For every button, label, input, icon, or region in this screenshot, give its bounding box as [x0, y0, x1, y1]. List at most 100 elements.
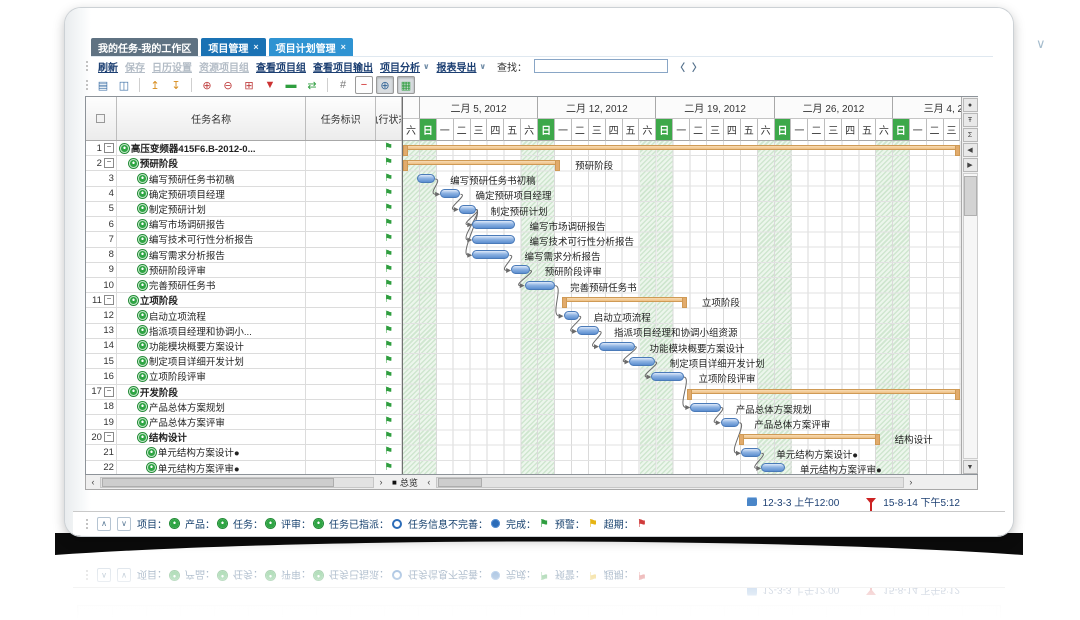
tab-my-workspace[interactable]: 我的任务-我的工作区: [91, 38, 198, 56]
vscroll-track[interactable]: [963, 173, 978, 459]
table-row[interactable]: 11−立项阶段⚑: [86, 293, 402, 308]
strip-button-1[interactable]: Ŧ: [963, 113, 978, 127]
print-preview-icon[interactable]: ◫: [115, 76, 133, 94]
strip-button-3[interactable]: ◀: [963, 143, 978, 157]
select-all-checkbox[interactable]: [96, 114, 105, 123]
gantt-task-bar[interactable]: [417, 174, 436, 183]
gantt-scroll-right-icon[interactable]: ›: [904, 477, 918, 487]
expand-toggle[interactable]: −: [104, 432, 114, 442]
table-row[interactable]: 21单元结构方案设计●⚑: [86, 445, 402, 460]
table-scroll-left-icon[interactable]: ‹: [86, 477, 100, 487]
table-row[interactable]: 18产品总体方案规划⚑: [86, 400, 402, 415]
gantt-task-bar[interactable]: [472, 235, 514, 244]
refresh-link[interactable]: 刷新: [98, 59, 118, 74]
table-row[interactable]: 9预研阶段评审⚑: [86, 263, 402, 278]
table-row[interactable]: 13指派项目经理和协调小...⚑: [86, 324, 402, 339]
strip-button-4[interactable]: ▶: [963, 158, 978, 172]
project-analysis-link[interactable]: 项目分析: [380, 59, 420, 74]
gantt-summary-bar[interactable]: [403, 160, 560, 165]
gantt-task-bar[interactable]: [511, 265, 530, 274]
table-row[interactable]: 16立项阶段评审⚑: [86, 369, 402, 384]
table-row[interactable]: 17−开发阶段⚑: [86, 385, 402, 400]
strip-button-2[interactable]: Σ: [963, 128, 978, 142]
table-row[interactable]: 10完善预研任务书⚑: [86, 278, 402, 293]
gantt-task-bar[interactable]: [721, 418, 740, 427]
table-row[interactable]: 19产品总体方案评审⚑: [86, 415, 402, 430]
report-export-link[interactable]: 报表导出: [437, 59, 477, 74]
view-project-group-link[interactable]: 查看项目组: [256, 59, 306, 74]
expand-toggle[interactable]: −: [104, 158, 114, 168]
vscroll-down-icon[interactable]: ▼: [963, 460, 978, 474]
gantt-summary-bar[interactable]: [687, 389, 960, 394]
baseline-icon[interactable]: ▬: [282, 76, 300, 94]
filter-icon[interactable]: ▼: [261, 76, 279, 94]
gantt-scroll-left-icon[interactable]: ‹: [422, 477, 436, 487]
task-id-header[interactable]: 任务标识: [306, 97, 376, 140]
gantt-task-bar[interactable]: [440, 189, 460, 198]
table-row[interactable]: 4确定预研项目经理⚑: [86, 187, 402, 202]
dropdown-caret-icon[interactable]: ∨: [480, 62, 487, 71]
table-row[interactable]: 7编写技术可行性分析报告⚑: [86, 232, 402, 247]
gantt-task-bar[interactable]: [690, 403, 720, 412]
expand-toggle[interactable]: −: [104, 387, 114, 397]
search-prev-icon[interactable]: 〈: [675, 59, 685, 74]
legend-up-icon[interactable]: ∧: [97, 517, 111, 531]
gantt-task-bar[interactable]: [472, 220, 514, 229]
gantt-task-bar[interactable]: [525, 281, 555, 290]
gantt-summary-bar[interactable]: [403, 145, 960, 150]
gantt-task-bar[interactable]: [761, 463, 785, 472]
zoom-fit-icon[interactable]: ⊞: [240, 76, 258, 94]
tab-close-icon[interactable]: ×: [341, 42, 346, 52]
row-number-icon[interactable]: #: [334, 76, 352, 94]
table-row[interactable]: 2−预研阶段⚑: [86, 156, 402, 171]
zoom-in-icon[interactable]: ⊕: [198, 76, 216, 94]
table-row[interactable]: 5制定预研计划⚑: [86, 202, 402, 217]
task-name-header[interactable]: 任务名称: [117, 97, 306, 140]
exec-status-header[interactable]: 执行状态: [376, 97, 402, 140]
gantt-summary-bar[interactable]: [739, 434, 879, 439]
columns-toggle[interactable]: ▦: [397, 76, 415, 94]
table-scroll-right-icon[interactable]: ›: [374, 477, 388, 487]
table-row[interactable]: 3编写预研任务书初稿⚑: [86, 171, 402, 186]
view-project-output-link[interactable]: 查看项目输出: [313, 59, 373, 74]
overview-toggle[interactable]: ■总览: [392, 476, 418, 489]
tab-close-icon[interactable]: ×: [253, 42, 258, 52]
table-row[interactable]: 22单元结构方案评审●⚑: [86, 461, 402, 474]
table-hscroll-track[interactable]: [100, 477, 374, 488]
print-icon[interactable]: ▤: [94, 76, 112, 94]
gantt-task-bar[interactable]: [629, 357, 654, 366]
gantt-task-bar[interactable]: [651, 372, 683, 381]
table-row[interactable]: 1−高压变频器415F6.B-2012-0...⚑: [86, 141, 402, 156]
collapse-all-toggle[interactable]: −: [355, 76, 373, 94]
table-row[interactable]: 15制定项目详细开发计划⚑: [86, 354, 402, 369]
table-row[interactable]: 14功能模块概要方案设计⚑: [86, 339, 402, 354]
level-down-icon[interactable]: ↧: [167, 76, 185, 94]
gantt-task-bar[interactable]: [459, 205, 476, 214]
table-row[interactable]: 6编写市场调研报告⚑: [86, 217, 402, 232]
crosshair-toggle[interactable]: ⊕: [376, 76, 394, 94]
gantt-task-bar[interactable]: [599, 342, 634, 351]
table-hscroll-thumb[interactable]: [102, 478, 334, 487]
tab-project-management[interactable]: 项目管理×: [201, 38, 265, 56]
gantt-task-bar[interactable]: [472, 250, 509, 259]
expand-toggle[interactable]: −: [104, 295, 114, 305]
search-next-icon[interactable]: 〉: [692, 59, 702, 74]
search-input[interactable]: [534, 59, 668, 73]
gantt-hscroll-thumb[interactable]: [438, 478, 482, 487]
expand-toggle[interactable]: −: [104, 143, 114, 153]
collapse-chevron-icon[interactable]: ∨: [1036, 36, 1046, 52]
strip-button-0[interactable]: ●: [963, 98, 978, 112]
vscroll-thumb[interactable]: [964, 176, 977, 216]
level-up-icon[interactable]: ↥: [146, 76, 164, 94]
dropdown-caret-icon[interactable]: ∨: [423, 62, 430, 71]
links-icon[interactable]: ⇄: [303, 76, 321, 94]
gantt-task-bar[interactable]: [564, 311, 579, 320]
legend-down-icon[interactable]: ∨: [117, 517, 131, 531]
vertical-scrollbar[interactable]: ●ŦΣ◀▶ ▼: [961, 97, 978, 474]
zoom-out-icon[interactable]: ⊖: [219, 76, 237, 94]
gantt-summary-bar[interactable]: [562, 297, 687, 302]
table-row[interactable]: 20−结构设计⚑: [86, 430, 402, 445]
table-row[interactable]: 8编写需求分析报告⚑: [86, 248, 402, 263]
gantt-task-bar[interactable]: [577, 326, 599, 335]
tab-project-plan-management[interactable]: 项目计划管理×: [269, 38, 353, 56]
